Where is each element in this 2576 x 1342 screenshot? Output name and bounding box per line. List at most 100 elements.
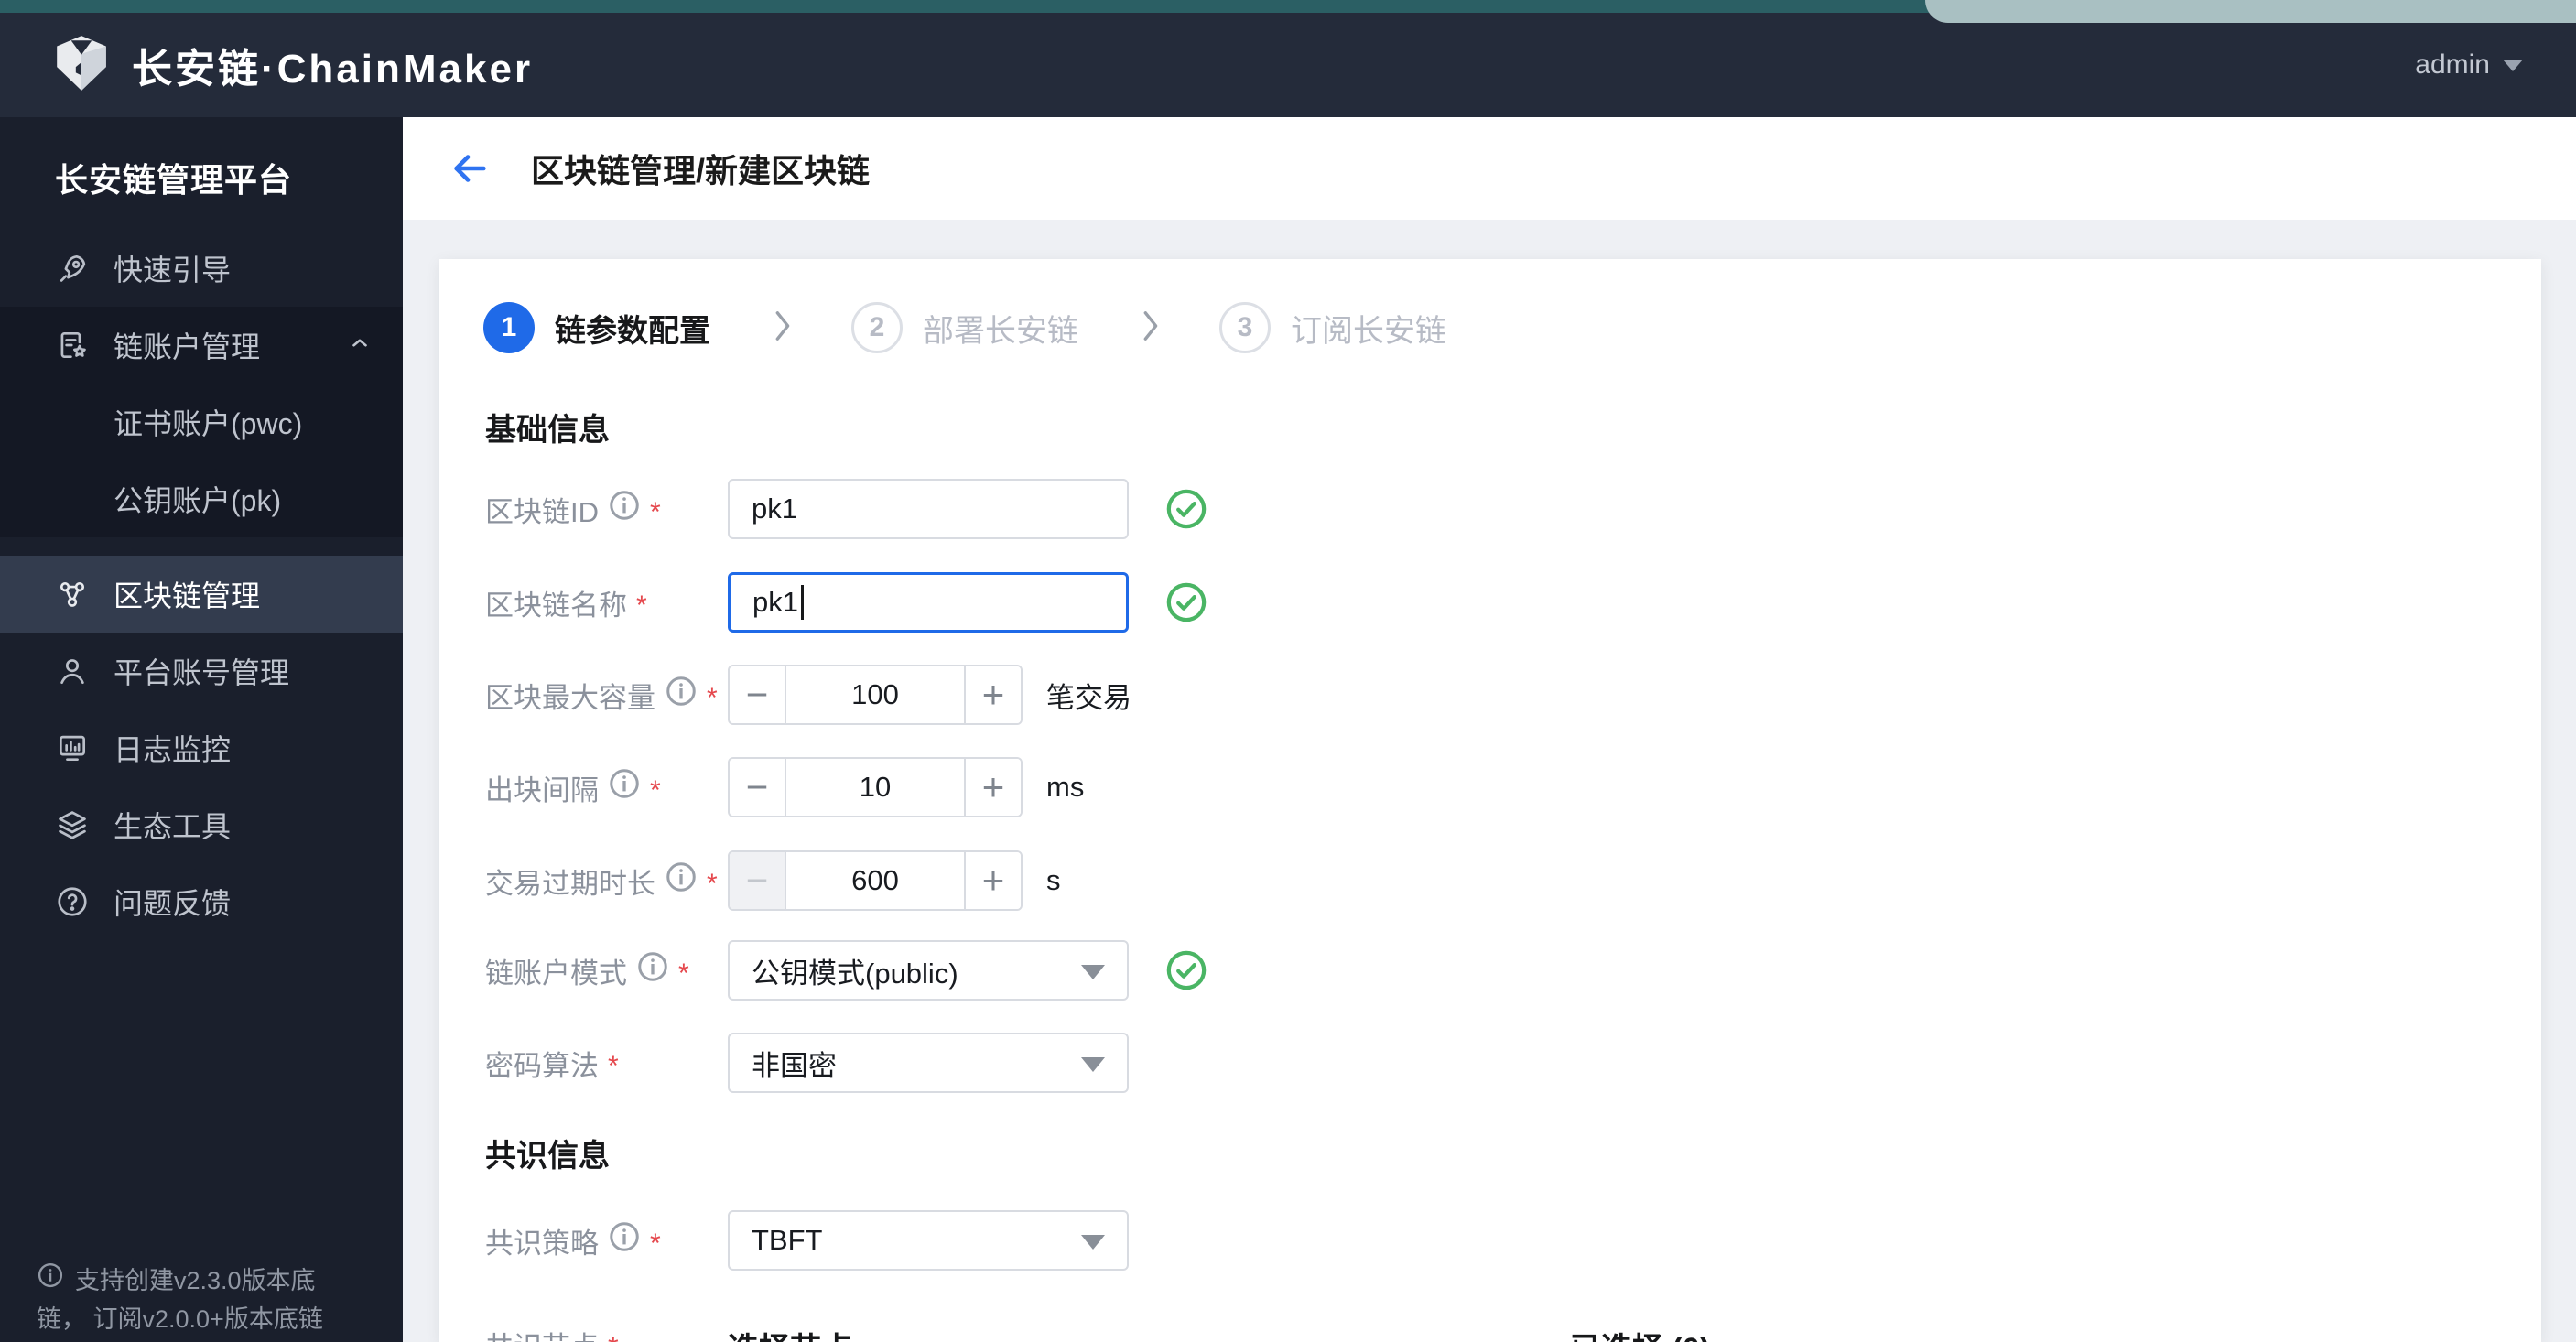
form-row-chain-name: 区块链名称 * pk1 (485, 572, 1207, 633)
increment-button[interactable]: + (964, 852, 1021, 909)
chevron-right-icon (1135, 308, 1166, 349)
block-capacity-value[interactable]: 100 (786, 666, 964, 723)
admin-menu[interactable]: admin (2415, 49, 2523, 81)
sidebar-item-feedback[interactable]: 问题反馈 (0, 863, 403, 940)
info-icon[interactable] (608, 767, 641, 807)
monitor-icon (55, 731, 90, 765)
sidebar-item-label: 问题反馈 (114, 887, 232, 920)
form-row-account-mode: 链账户模式 * 公钥模式(public) (485, 940, 1207, 1001)
sidebar-version-note: 支持创建v2.3.0版本底 链， 订阅v2.0.0+版本底链 (37, 1261, 390, 1338)
form-row-chain-id: 区块链ID * pk1 (485, 479, 1207, 539)
info-icon[interactable] (636, 950, 669, 990)
decrement-button[interactable]: − (730, 666, 786, 723)
valid-check-icon (1165, 581, 1207, 623)
increment-button[interactable]: + (964, 666, 1021, 723)
sidebar-item-eco-tools[interactable]: 生态工具 (0, 786, 403, 863)
brand-logo-text: 长安链·ChainMaker (132, 47, 534, 92)
sidebar-item-cert-account-pwc[interactable]: 证书账户(pwc) (0, 384, 403, 460)
required-asterisk: * (707, 683, 718, 713)
chevron-up-icon (348, 329, 372, 363)
decrement-button[interactable]: − (730, 759, 786, 816)
sidebar-item-log-monitor[interactable]: 日志监控 (0, 709, 403, 786)
info-icon (37, 1261, 64, 1300)
chain-name-value: pk1 (752, 586, 798, 618)
form-row-block-interval: 出块间隔 * − 10 + ms (485, 757, 1084, 817)
sidebar-item-label: 平台账号管理 (114, 656, 290, 689)
admin-username[interactable]: admin (2415, 49, 2490, 81)
sidebar-item-quick-guide[interactable]: 快速引导 (0, 230, 403, 307)
step-3-circle: 3 (1219, 302, 1271, 353)
step-indicator: 1 链参数配置 2 部署长安链 3 订阅长安链 (483, 302, 1446, 353)
required-asterisk: * (608, 1051, 619, 1081)
consensus-strategy-label: 共识策略 (485, 1227, 599, 1260)
crypto-algo-label: 密码算法 (485, 1049, 599, 1082)
consensus-strategy-value: TBFT (752, 1224, 823, 1256)
sidebar-group-chain-accounts: 链账户管理 证书账户(pwc) 公钥账户(pk) (0, 307, 403, 537)
tx-expire-unit: s (1046, 864, 1061, 896)
sidebar-item-label: 链账户管理 (114, 330, 261, 363)
required-asterisk: * (707, 869, 718, 899)
breadcrumb-bar: 区块链管理/新建区块链 (403, 117, 2576, 220)
user-icon (55, 654, 90, 688)
tx-expire-value[interactable]: 600 (786, 852, 964, 909)
sidebar-item-chain-account-mgmt[interactable]: 链账户管理 (0, 307, 403, 384)
crypto-algo-select[interactable]: 非国密 (728, 1033, 1129, 1093)
sidebar-item-blockchain-mgmt[interactable]: 区块链管理 (0, 556, 403, 633)
info-icon[interactable] (665, 860, 698, 901)
form-row-consensus-strategy: 共识策略 * TBFT (485, 1210, 1129, 1271)
form-row-crypto-algo: 密码算法 * 非国密 (485, 1033, 1129, 1093)
consensus-strategy-select[interactable]: TBFT (728, 1210, 1129, 1271)
section-basic-info: 基础信息 (485, 413, 610, 448)
wizard-card: 1 链参数配置 2 部署长安链 3 订阅长安链 基础信息 区块链ID * pk1… (439, 259, 2541, 1342)
brand-logo: 长安链·ChainMaker (51, 33, 533, 98)
block-interval-value[interactable]: 10 (786, 759, 964, 816)
step-1-circle: 1 (483, 302, 535, 353)
crypto-algo-value: 非国密 (752, 1049, 837, 1082)
node-selected-title: 已选择 (0) (1570, 1324, 1710, 1342)
select-caret-icon (1081, 1235, 1105, 1250)
account-mode-label: 链账户模式 (485, 957, 627, 990)
sidebar-item-label: 日志监控 (114, 733, 232, 766)
required-asterisk: * (636, 590, 647, 621)
sidebar-item-label: 生态工具 (114, 810, 232, 843)
sidebar-item-pk-account[interactable]: 公钥账户(pk) (0, 460, 403, 537)
chain-name-input[interactable]: pk1 (728, 572, 1129, 633)
sidebar-item-label: 区块链管理 (114, 579, 261, 612)
info-icon[interactable] (608, 489, 641, 529)
main-area: 区块链管理/新建区块链 1 链参数配置 2 部署长安链 3 订阅长安链 基础信息… (403, 117, 2576, 1342)
sidebar-item-platform-accounts[interactable]: 平台账号管理 (0, 633, 403, 709)
chain-id-input[interactable]: pk1 (728, 479, 1129, 539)
top-right-overlay (1925, 0, 2576, 23)
step-2-circle: 2 (851, 302, 903, 353)
version-note-line1: 支持创建v2.3.0版本底 (75, 1267, 316, 1294)
select-caret-icon (1081, 1057, 1105, 1072)
required-asterisk: * (650, 497, 661, 527)
block-interval-stepper: − 10 + (728, 757, 1023, 817)
required-asterisk: * (678, 958, 689, 989)
back-button[interactable] (449, 147, 491, 189)
account-mode-select[interactable]: 公钥模式(public) (728, 940, 1129, 1001)
tx-expire-label: 交易过期时长 (485, 867, 655, 900)
block-capacity-stepper: − 100 + (728, 665, 1023, 725)
info-icon[interactable] (608, 1220, 641, 1261)
layers-icon (55, 807, 90, 842)
form-row-tx-expire: 交易过期时长 * − 600 + s (485, 850, 1061, 911)
step-3-label: 订阅长安链 (1291, 313, 1446, 349)
section-consensus-info: 共识信息 (485, 1139, 610, 1174)
sidebar-menu: 快速引导 链账户管理 证书账户(pwc) 公钥账户(pk) 区块链管理 平台账号… (0, 230, 403, 940)
rocket-icon (55, 251, 90, 286)
breadcrumb: 区块链管理/新建区块链 (531, 152, 871, 189)
info-icon[interactable] (665, 675, 698, 715)
tx-expire-stepper: − 600 + (728, 850, 1023, 911)
version-note-line2: 链， 订阅v2.0.0+版本底链 (37, 1305, 323, 1333)
block-capacity-unit: 笔交易 (1046, 681, 1131, 714)
chevron-right-icon (767, 308, 798, 349)
question-icon (55, 884, 90, 919)
required-asterisk: * (650, 1228, 661, 1259)
form-row-consensus-nodes: 共识节点 * (485, 1321, 728, 1342)
decrement-button-disabled[interactable]: − (730, 852, 786, 909)
increment-button[interactable]: + (964, 759, 1021, 816)
chevron-down-icon (2503, 59, 2523, 71)
block-interval-unit: ms (1046, 771, 1085, 803)
step-2-label: 部署长安链 (923, 313, 1078, 349)
